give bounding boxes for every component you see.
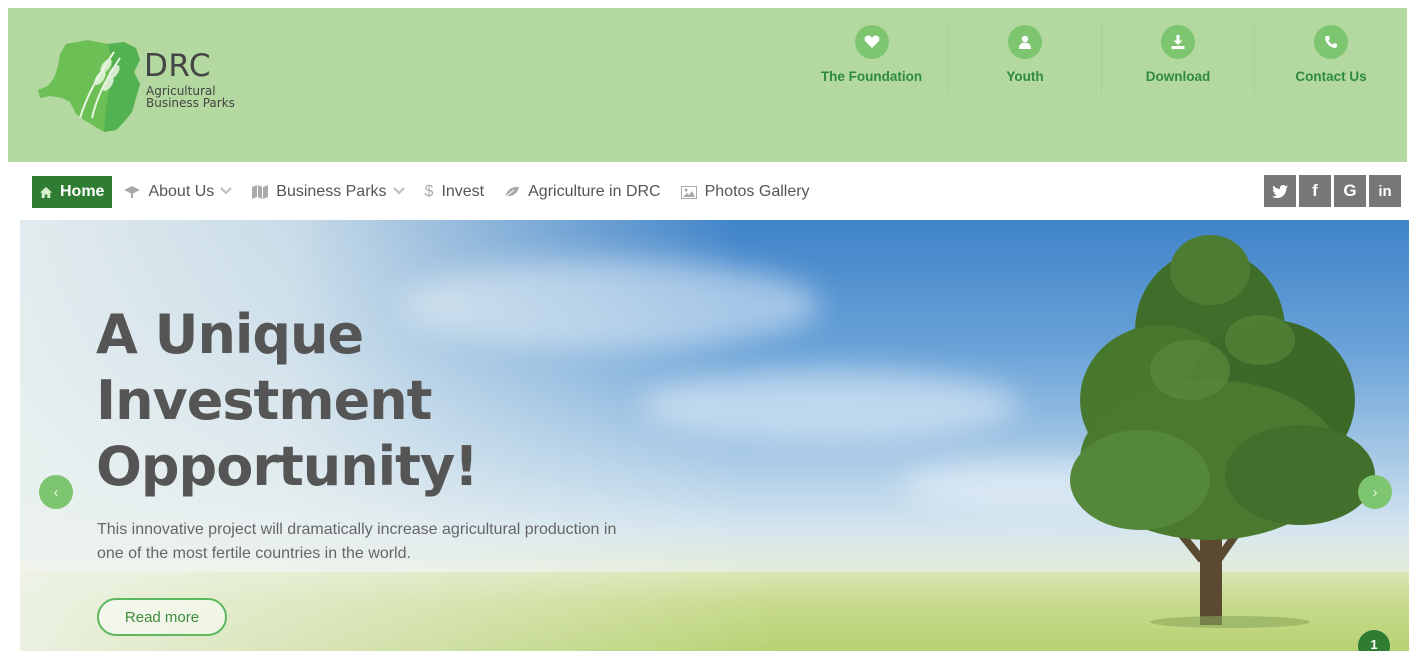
- dollar-icon: $: [424, 183, 434, 200]
- menu-item-invest[interactable]: $ Invest: [417, 176, 493, 208]
- quick-link-youth[interactable]: Youth: [948, 22, 1101, 94]
- menu-item-label: Photos Gallery: [704, 183, 810, 200]
- top-header: DRC Agricultural Business Parks The Foun…: [8, 8, 1407, 162]
- logo-subtitle: Agricultural Business Parks: [146, 85, 286, 109]
- quick-link-download[interactable]: Download: [1101, 22, 1254, 94]
- main-navigation-bar: Home About Us Business Parks $ Invest Ag…: [8, 162, 1409, 220]
- quick-link-foundation[interactable]: The Foundation: [795, 22, 948, 94]
- quick-link-label: Download: [1145, 69, 1211, 84]
- graduation-cap-icon: [124, 186, 141, 198]
- menu-item-agriculture[interactable]: Agriculture in DRC: [496, 176, 668, 208]
- facebook-icon[interactable]: f: [1299, 175, 1331, 207]
- logo-title: DRC: [144, 48, 212, 84]
- user-icon: [1008, 25, 1042, 59]
- home-icon: [40, 186, 52, 198]
- leaf-icon: [504, 186, 520, 198]
- download-icon: [1161, 25, 1195, 59]
- menu-item-label: Business Parks: [276, 183, 387, 200]
- hero-heading-line1: A Unique: [96, 303, 364, 366]
- read-more-button[interactable]: Read more: [97, 598, 227, 636]
- quick-link-label: Contact Us: [1295, 69, 1367, 84]
- hero-slider: A Unique Investment Opportunity! This in…: [20, 220, 1409, 651]
- menu-item-label: Agriculture in DRC: [528, 183, 661, 200]
- main-menu: Home About Us Business Parks $ Invest Ag…: [32, 176, 822, 208]
- slider-next-button[interactable]: ›: [1358, 475, 1392, 509]
- twitter-icon[interactable]: [1264, 175, 1296, 207]
- hero-heading-line2: Investment: [96, 369, 432, 432]
- menu-item-label: Home: [60, 183, 105, 200]
- linkedin-icon[interactable]: in: [1369, 175, 1401, 207]
- heart-icon: [854, 25, 889, 59]
- google-icon[interactable]: G: [1334, 175, 1366, 207]
- slider-prev-button[interactable]: ‹: [39, 475, 73, 509]
- quick-link-label: Youth: [1006, 69, 1044, 84]
- menu-item-label: Invest: [441, 183, 485, 200]
- quick-link-contact[interactable]: Contact Us: [1254, 22, 1407, 94]
- hero-heading-line3: Opportunity!: [96, 435, 479, 498]
- menu-item-about-us[interactable]: About Us: [116, 176, 240, 208]
- hero-heading: A Unique Investment Opportunity!: [96, 302, 616, 500]
- drc-map-logo-icon: [38, 40, 140, 132]
- logo-subtitle-line2: Business Parks: [146, 96, 235, 110]
- map-icon: [252, 185, 269, 199]
- quick-links: The Foundation Youth Download Contact Us: [795, 22, 1407, 102]
- page: DRC Agricultural Business Parks The Foun…: [0, 0, 1409, 651]
- quick-link-label: The Foundation: [820, 69, 923, 84]
- chevron-down-icon: [220, 186, 232, 198]
- menu-item-label: About Us: [148, 183, 215, 200]
- menu-item-business-parks[interactable]: Business Parks: [244, 176, 412, 208]
- picture-icon: [680, 185, 697, 199]
- menu-item-photos-gallery[interactable]: Photos Gallery: [673, 176, 818, 208]
- site-logo[interactable]: DRC Agricultural Business Parks: [36, 38, 296, 138]
- social-links: f G in: [1264, 175, 1401, 207]
- hero-tree-image: [1070, 235, 1375, 628]
- hero-description: This innovative project will dramaticall…: [97, 521, 617, 562]
- menu-item-home[interactable]: Home: [32, 176, 113, 208]
- chevron-down-icon: [392, 186, 405, 198]
- phone-icon: [1314, 25, 1348, 59]
